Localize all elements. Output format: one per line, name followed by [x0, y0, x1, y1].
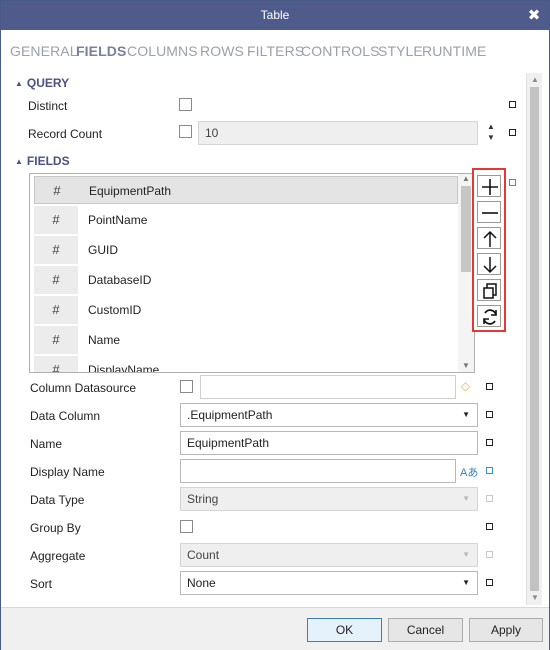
name-input[interactable]: EquipmentPath	[180, 431, 478, 455]
aggregate-label: Aggregate	[30, 549, 86, 563]
group-by-binding-marker[interactable]	[486, 523, 493, 530]
list-item[interactable]: # DatabaseID	[34, 266, 458, 294]
refresh-fields-button[interactable]	[477, 305, 501, 327]
refresh-icon	[483, 309, 497, 325]
sort-select[interactable]: None ▼	[180, 571, 478, 595]
tag-icon[interactable]: ◇	[461, 379, 470, 393]
record-count-label: Record Count	[28, 127, 103, 141]
column-datasource-label: Column Datasource	[30, 381, 137, 395]
name-binding-marker[interactable]	[486, 439, 493, 446]
group-by-checkbox[interactable]	[180, 520, 193, 533]
hash-icon: #	[53, 183, 61, 198]
fields-section-header[interactable]: ▲ FIELDS	[15, 154, 70, 168]
move-down-icon	[483, 257, 497, 274]
data-column-select[interactable]: .EquipmentPath ▼	[180, 403, 478, 427]
data-type-select[interactable]: String ▼	[180, 487, 478, 511]
tab-style[interactable]: STYLE	[378, 43, 423, 59]
ok-button[interactable]: OK	[307, 618, 382, 642]
scroll-up-icon[interactable]: ▲	[461, 174, 471, 183]
add-icon	[482, 179, 498, 195]
dialog-button-bar: OK Cancel Apply	[1, 607, 549, 650]
distinct-binding-marker[interactable]	[509, 101, 516, 108]
spin-down-icon[interactable]: ▼	[487, 133, 495, 142]
remove-field-button[interactable]	[477, 201, 501, 223]
aggregate-binding-marker	[486, 551, 493, 558]
cancel-button[interactable]: Cancel	[388, 618, 463, 642]
chevron-down-icon: ▼	[462, 494, 470, 503]
remove-icon	[482, 212, 498, 214]
hash-icon: #	[34, 356, 78, 372]
hash-icon: #	[34, 326, 78, 354]
move-down-button[interactable]	[477, 253, 501, 275]
list-item[interactable]: # GUID	[34, 236, 458, 264]
collapse-triangle-icon[interactable]: ▲	[15, 79, 23, 88]
scroll-down-icon[interactable]: ▼	[461, 361, 471, 370]
data-type-label: Data Type	[30, 493, 85, 507]
chevron-down-icon: ▼	[462, 550, 470, 559]
list-item[interactable]: # PointName	[34, 206, 458, 234]
add-field-button[interactable]	[477, 175, 501, 197]
display-name-label: Display Name	[30, 465, 105, 479]
hash-icon: #	[34, 206, 78, 234]
record-count-checkbox[interactable]	[179, 125, 192, 138]
fields-binding-marker[interactable]	[509, 179, 516, 186]
duplicate-icon	[483, 283, 497, 299]
translate-icon[interactable]: Aあ	[460, 464, 478, 480]
distinct-label: Distinct	[28, 99, 68, 113]
title-bar[interactable]: Table ✖	[1, 1, 549, 30]
tab-controls[interactable]: CONTROLS	[301, 43, 380, 59]
scroll-up-icon[interactable]: ▲	[530, 75, 540, 85]
list-scroll-thumb[interactable]	[461, 186, 471, 272]
name-label: Name	[30, 437, 63, 451]
column-datasource-input[interactable]	[200, 375, 456, 399]
column-datasource-binding-marker[interactable]	[486, 383, 493, 390]
sort-binding-marker[interactable]	[486, 579, 493, 586]
scroll-down-icon[interactable]: ▼	[530, 593, 540, 603]
spin-up-icon[interactable]: ▲	[487, 122, 495, 131]
move-up-button[interactable]	[477, 227, 501, 249]
data-column-label: Data Column	[30, 409, 101, 423]
hash-icon: #	[34, 236, 78, 264]
table-dialog: Table ✖ GENERAL FIELDS COLUMNS ROWS FILT…	[0, 0, 550, 650]
fields-list[interactable]: # EquipmentPath # PointName # GUID # Dat…	[29, 173, 475, 373]
column-datasource-checkbox[interactable]	[180, 380, 193, 393]
data-type-binding-marker	[486, 495, 493, 502]
chevron-down-icon: ▼	[462, 578, 470, 587]
tab-general[interactable]: GENERAL	[10, 43, 78, 59]
distinct-checkbox[interactable]	[179, 98, 192, 111]
aggregate-select[interactable]: Count ▼	[180, 543, 478, 567]
hash-icon: #	[34, 296, 78, 324]
tab-rows[interactable]: ROWS	[200, 43, 244, 59]
window-title: Table	[260, 8, 290, 22]
move-up-icon	[483, 230, 497, 247]
duplicate-field-button[interactable]	[477, 279, 501, 301]
query-section-header[interactable]: ▲ QUERY	[15, 76, 69, 90]
list-item[interactable]: # Name	[34, 326, 458, 354]
tab-fields[interactable]: FIELDS	[76, 43, 126, 59]
sort-label: Sort	[30, 577, 53, 591]
display-name-binding-marker[interactable]	[486, 467, 493, 474]
main-scroll-thumb[interactable]	[530, 87, 539, 591]
tab-filters[interactable]: FILTERS	[247, 43, 304, 59]
data-column-binding-marker[interactable]	[486, 411, 493, 418]
group-by-label: Group By	[30, 521, 81, 535]
close-icon[interactable]: ✖	[527, 1, 541, 30]
tab-runtime[interactable]: RUNTIME	[422, 43, 486, 59]
chevron-down-icon: ▼	[462, 410, 470, 419]
collapse-triangle-icon[interactable]: ▲	[15, 157, 23, 166]
tab-columns[interactable]: COLUMNS	[127, 43, 198, 59]
list-item[interactable]: # CustomID	[34, 296, 458, 324]
field-toolbar	[472, 168, 506, 332]
record-count-input[interactable]: 10	[198, 121, 478, 145]
display-name-input[interactable]	[180, 459, 456, 483]
hash-icon: #	[34, 266, 78, 294]
list-item[interactable]: # DisplayName	[34, 356, 458, 372]
apply-button[interactable]: Apply	[469, 618, 543, 642]
list-item[interactable]: # EquipmentPath	[34, 176, 458, 204]
main-scrollbar[interactable]: ▲ ▼	[526, 73, 542, 605]
record-count-binding-marker[interactable]	[509, 129, 516, 136]
